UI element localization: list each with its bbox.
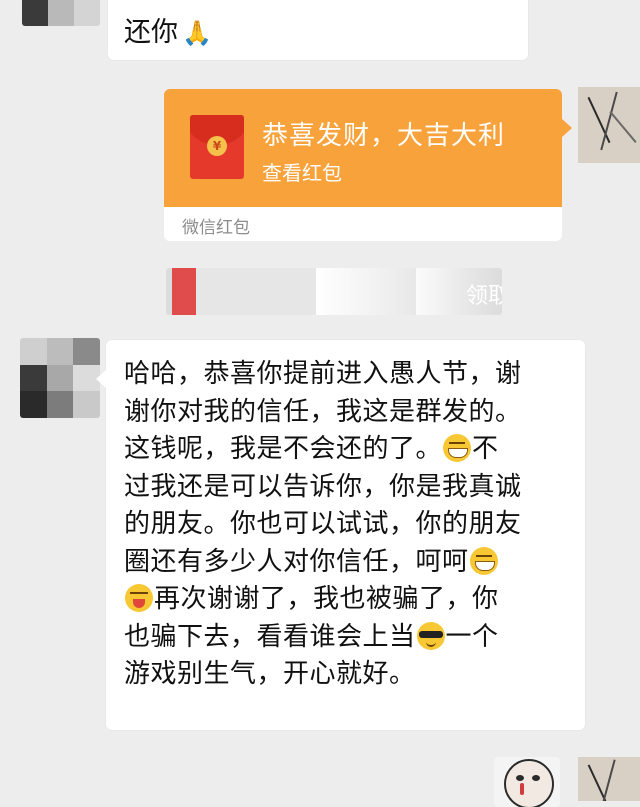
system-notice-text: 领取了你的红包 — [466, 284, 502, 309]
red-envelope-icon: ¥ — [190, 115, 244, 179]
message-bubble-main: 哈哈，恭喜你提前进入愚人节，谢 谢你对我的信任，我这是群发的。 这钱呢，我是不会… — [96, 340, 585, 730]
sunglasses-emoji-icon — [416, 621, 445, 650]
red-packet-message[interactable]: ¥ 恭喜发财，大吉大利 查看红包 微信红包 — [164, 89, 572, 241]
message-text-main: 哈哈，恭喜你提前进入愚人节，谢 谢你对我的信任，我这是群发的。 这钱呢，我是不会… — [124, 359, 522, 689]
message-bubble-top: 还你 🙏 — [108, 0, 528, 60]
winking-tongue-emoji-icon — [125, 584, 153, 612]
system-notice: 领取了你的红包 — [166, 268, 502, 315]
message-text-top: 还你 🙏 — [124, 17, 212, 48]
contact-avatar-top[interactable] — [22, 0, 100, 26]
red-packet-subtitle: 查看红包 — [262, 161, 342, 185]
my-avatar-bottom[interactable] — [578, 757, 640, 801]
praying-hands-icon: 🙏 — [182, 19, 212, 47]
grinning-emoji-icon — [443, 434, 472, 462]
my-avatar-top[interactable] — [578, 87, 640, 163]
meme-sticker[interactable] — [494, 757, 560, 807]
grinning-emoji-icon — [469, 546, 498, 575]
red-packet-footer: 微信红包 — [182, 218, 250, 238]
red-packet-title: 恭喜发财，大吉大利 — [262, 121, 506, 151]
contact-avatar[interactable] — [20, 338, 100, 418]
